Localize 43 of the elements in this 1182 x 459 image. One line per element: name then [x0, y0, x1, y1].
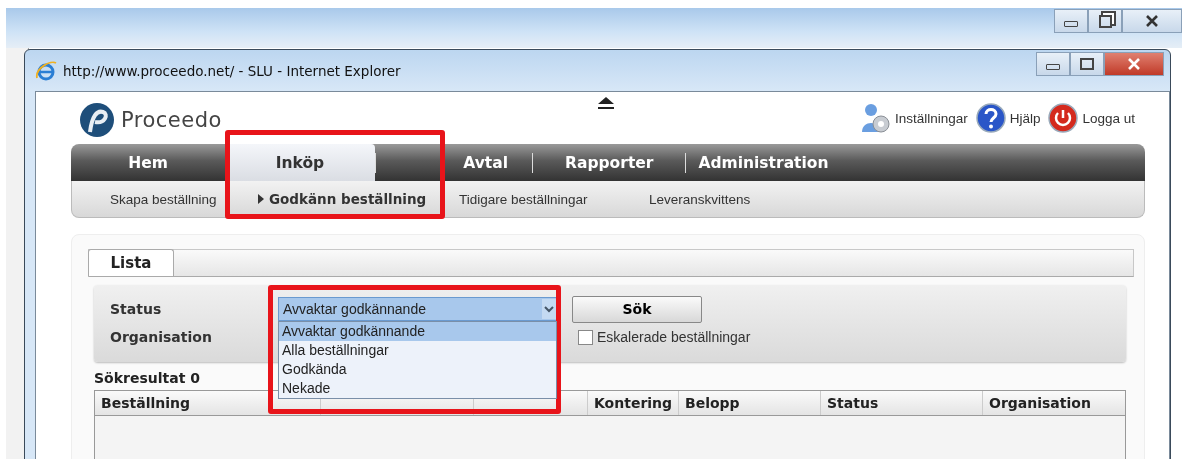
nav-tab[interactable]: Hem	[71, 144, 225, 181]
checkbox-label: Eskalerade beställningar	[597, 329, 751, 345]
app-name: Proceedo	[121, 108, 222, 132]
column-header[interactable]: Belopp	[679, 391, 821, 415]
chevron-down-icon	[542, 299, 556, 319]
field-label: Status	[110, 301, 163, 317]
power-icon	[1048, 103, 1079, 133]
dropdown-option[interactable]: Alla beställningar	[279, 341, 556, 360]
collapse-icon[interactable]	[597, 96, 615, 110]
close-button[interactable]	[1104, 52, 1164, 76]
dropdown-option[interactable]: Avvaktar godkännande	[279, 322, 556, 341]
help-icon	[975, 103, 1006, 133]
nav-tab[interactable]: Rapporter	[533, 144, 686, 181]
nav-tab[interactable]: Avtal	[376, 144, 532, 181]
result-count: Sökresultat 0	[94, 370, 200, 386]
minimize-button[interactable]	[1036, 52, 1070, 76]
column-header[interactable]: Status	[821, 391, 983, 415]
browser-icon	[35, 59, 57, 82]
header-link[interactable]: Inställningar	[860, 102, 968, 134]
column-header[interactable]: Organisation	[983, 391, 1125, 415]
sub-nav-link[interactable]: Leveranskvittens	[649, 191, 751, 207]
sub-nav-link[interactable]: Tidigare beställningar	[459, 191, 649, 207]
logo-icon	[79, 102, 115, 138]
sub-nav-link[interactable]: Skapa beställning	[110, 191, 258, 207]
close-button[interactable]	[1122, 9, 1182, 33]
restore-button[interactable]	[1088, 9, 1122, 33]
close-icon	[1145, 15, 1159, 27]
search-button[interactable]: Sök	[572, 295, 702, 323]
minimize-button[interactable]	[1054, 9, 1088, 33]
window-title: http://www.proceedo.net/ - SLU - Internet Explorer	[63, 62, 401, 79]
field-label: Organisation	[110, 329, 213, 345]
maximize-button[interactable]	[1070, 52, 1104, 76]
header-link[interactable]: Hjälp	[975, 103, 1041, 133]
page-tab[interactable]: Lista	[88, 249, 174, 276]
column-header[interactable]: Kontering	[588, 391, 679, 415]
close-icon	[1127, 58, 1141, 70]
sub-nav-link[interactable]: Godkänn beställning	[258, 191, 459, 207]
status-dropdown[interactable]: Avvaktar godkännande	[278, 297, 557, 321]
checkbox[interactable]	[578, 329, 593, 345]
dropdown-option[interactable]: Godkända	[279, 360, 556, 379]
user-gear-icon	[860, 102, 891, 134]
header-link[interactable]: Logga ut	[1048, 103, 1135, 133]
nav-tab[interactable]: Administration	[686, 144, 841, 181]
